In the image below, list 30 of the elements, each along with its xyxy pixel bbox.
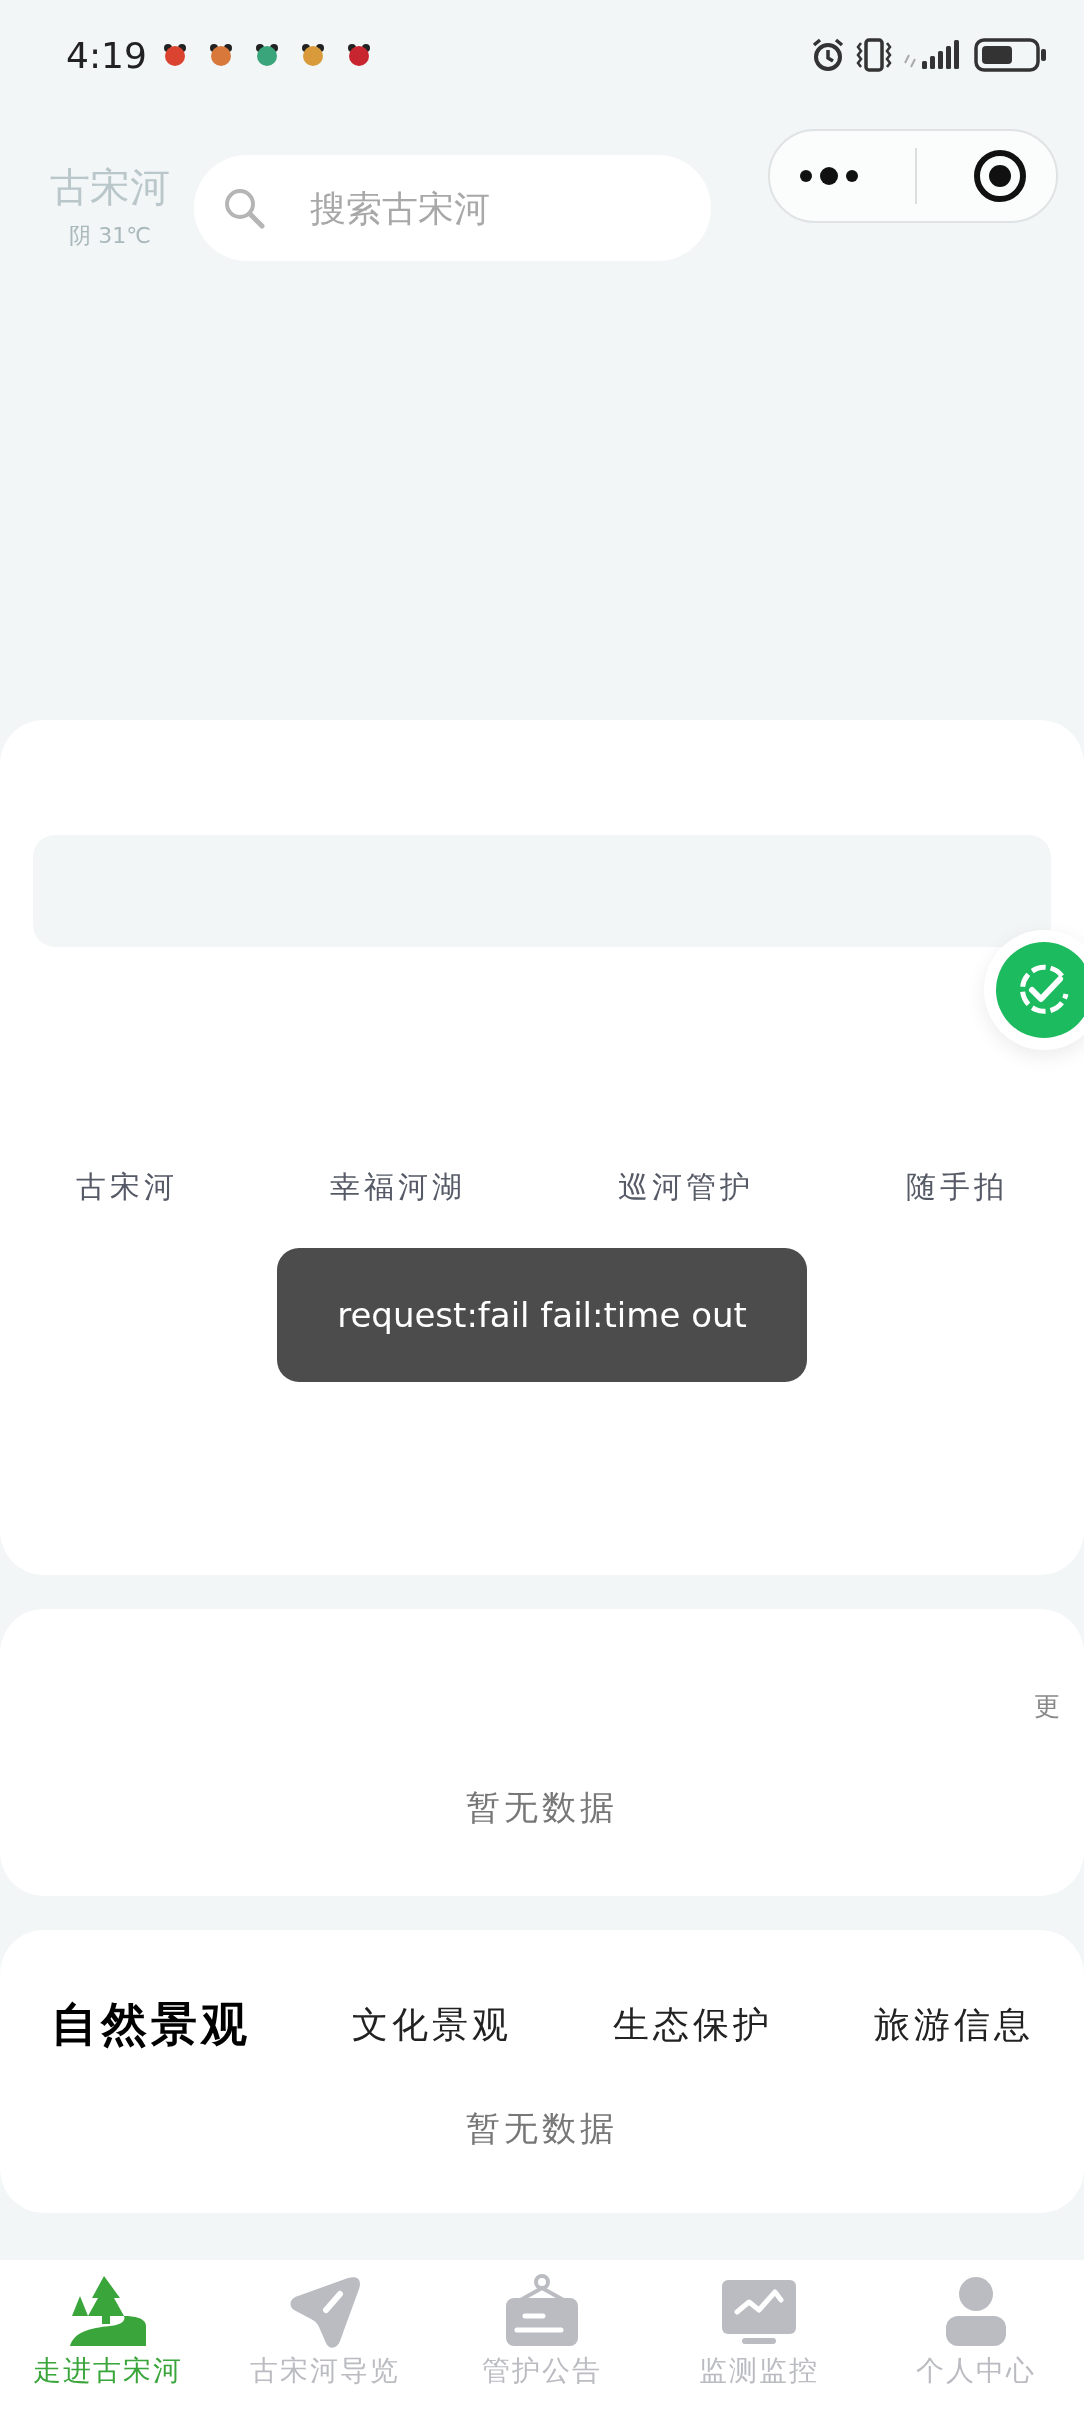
more-link[interactable]: 更 [1034, 1689, 1060, 1724]
close-icon[interactable] [972, 148, 1029, 204]
notification-icon [254, 43, 279, 67]
search-field[interactable]: 搜索古宋河 [194, 155, 711, 261]
signboard-icon [503, 2274, 581, 2348]
notification-icon [162, 43, 187, 67]
empty-text: 暂无数据 [466, 1786, 618, 1829]
alarm-icon [810, 37, 846, 73]
empty-text: 暂无数据 [466, 2107, 618, 2150]
category-tab[interactable]: 生态保护 [612, 2000, 773, 2050]
more-icon[interactable] [797, 166, 860, 186]
category-tab[interactable]: 文化景观 [351, 2000, 512, 2050]
search-icon [222, 186, 266, 230]
notification-icon [300, 43, 325, 67]
status-time: 4:19 [66, 34, 147, 76]
quick-link[interactable]: 巡河管护 [618, 1167, 754, 1208]
category-tab[interactable]: 旅游信息 [873, 2000, 1034, 2050]
quick-link[interactable]: 古宋河 [76, 1167, 178, 1208]
notification-icon [208, 43, 233, 67]
quick-link[interactable]: 幸福河湖 [330, 1167, 466, 1208]
quick-link[interactable]: 随手拍 [906, 1167, 1008, 1208]
forest-icon [68, 2274, 149, 2348]
toast-text: request:fail fail:time out [337, 1295, 747, 1335]
notification-icon [346, 43, 371, 67]
battery-icon [974, 37, 1048, 73]
category-tab[interactable]: 自然景观 [50, 1994, 251, 2056]
check-icon [996, 942, 1084, 1038]
vibrate-icon [854, 37, 894, 73]
weather-text: 阴 31℃ [69, 221, 151, 250]
app-title: 古宋河 [50, 162, 170, 212]
